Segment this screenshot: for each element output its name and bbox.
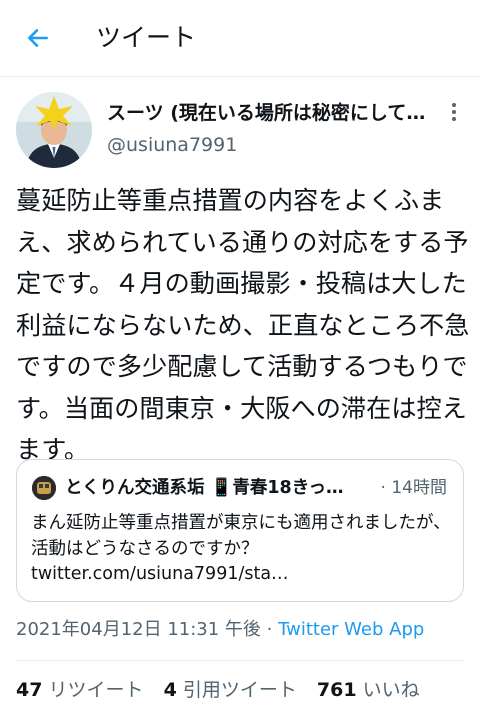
quoted-avatar	[32, 476, 56, 500]
quoted-text: まん延防止等重点措置が東京にも適用されましたが、活動はどうなさるのですか？ tw…	[31, 513, 451, 584]
quotes-stat[interactable]: 4 引用ツイート	[164, 679, 297, 701]
author-handle[interactable]: @usiuna7991	[107, 131, 237, 159]
author-avatar[interactable]	[16, 92, 92, 168]
timestamp: 2021年04月12日 11:31 午後	[16, 619, 261, 640]
quoted-avatar-image	[32, 476, 56, 500]
meta-separator: ·	[260, 619, 279, 640]
quotes-count: 4	[163, 679, 177, 701]
retweets-stat[interactable]: 47 リツイート	[16, 679, 144, 701]
more-vertical-icon	[452, 103, 456, 121]
avatar-image	[16, 92, 92, 168]
arrow-left-icon	[28, 29, 48, 47]
quotes-label: 引用ツイート	[182, 679, 297, 701]
engagement-stats: 47 リツイート 4 引用ツイート 761 いいね	[16, 676, 434, 704]
tweet-meta: 2021年04月12日 11:31 午後 · Twitter Web App	[16, 616, 424, 644]
back-button[interactable]	[22, 22, 54, 54]
quoted-time: · 14時間	[380, 478, 447, 498]
likes-label: いいね	[362, 679, 420, 701]
likes-count: 761	[316, 679, 357, 701]
retweets-count: 47	[16, 679, 43, 701]
likes-stat[interactable]: 761 いいね	[317, 679, 420, 701]
more-options-button[interactable]	[442, 100, 466, 124]
top-bar: ツイート	[0, 0, 480, 77]
quoted-tweet-card[interactable]: とくりん交通系垢 📱青春18きっ… · 14時間 まん延防止等重点措置が東京にも…	[16, 459, 464, 602]
retweets-label: リツイート	[48, 679, 144, 701]
quoted-author-name: とくりん交通系垢 📱青春18きっ…	[65, 478, 344, 498]
author-name[interactable]: スーツ (現在いる場所は秘密にして…	[107, 99, 427, 127]
page-title: ツイート	[96, 23, 197, 52]
divider	[16, 660, 464, 661]
source-app-link[interactable]: Twitter Web App	[278, 619, 424, 640]
tweet-text: 蔓延防止等重点措置の内容をよくふまえ、求められている通りの対応をする予定です。４…	[16, 186, 470, 464]
